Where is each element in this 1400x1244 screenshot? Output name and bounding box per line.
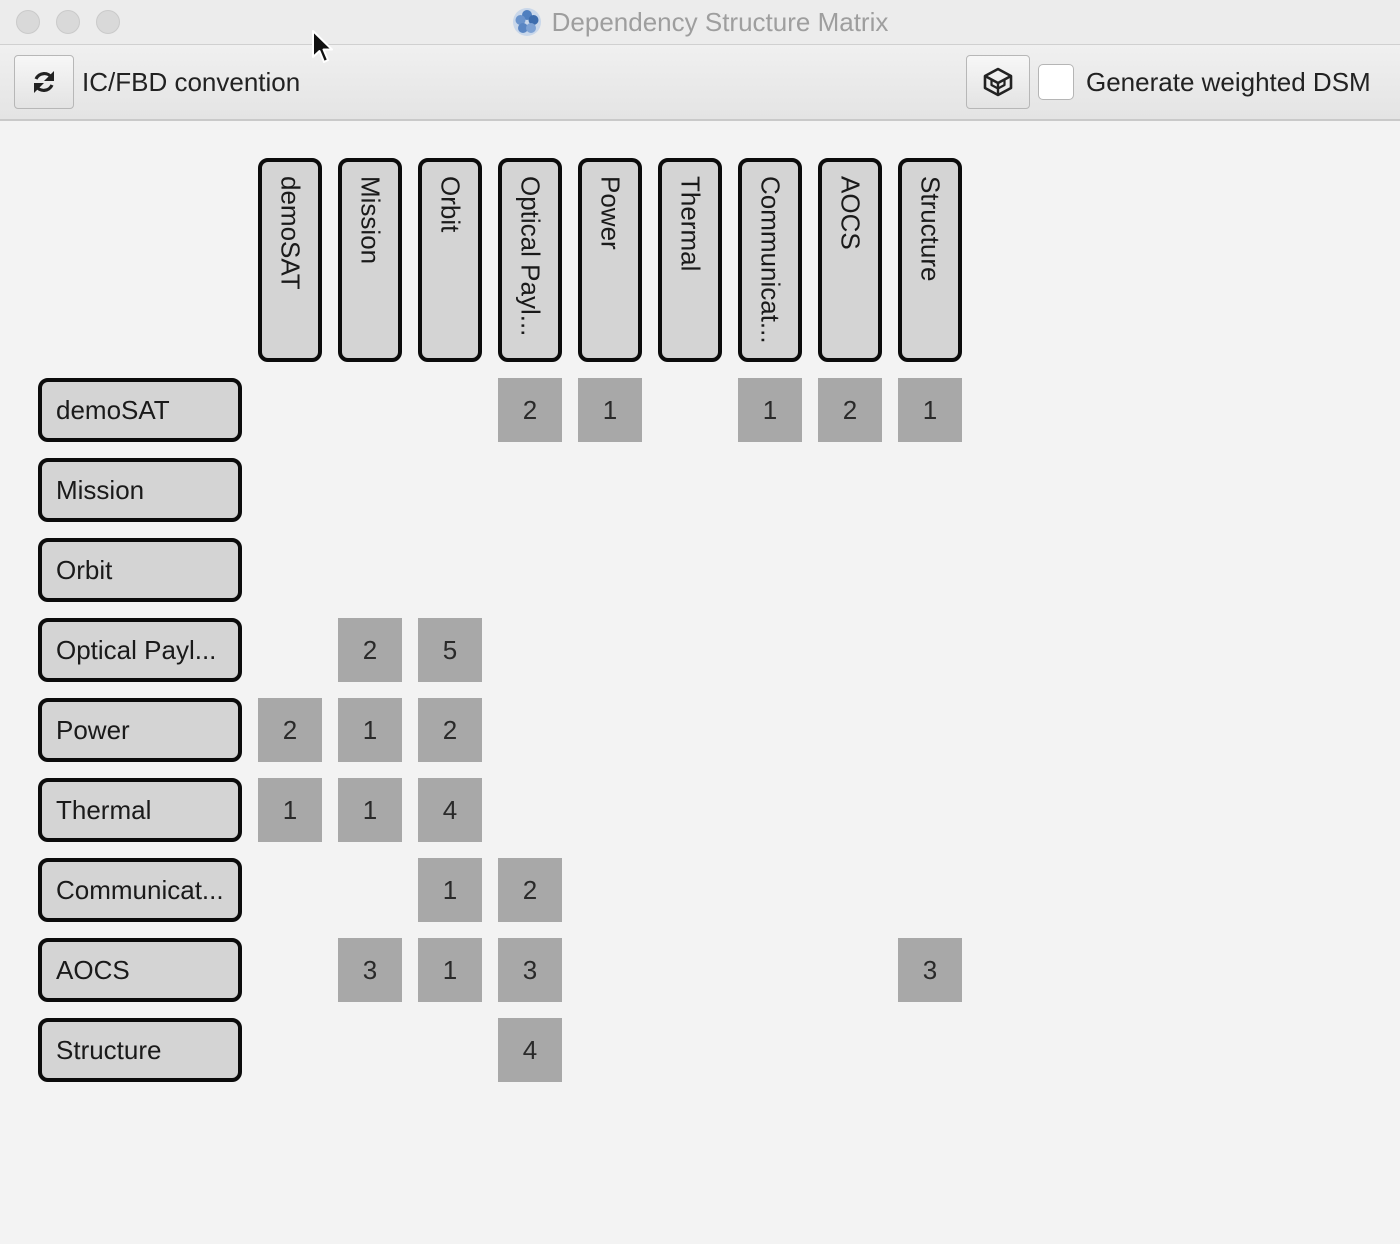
window-title: Dependency Structure Matrix xyxy=(551,6,889,37)
column-header-label: Mission xyxy=(355,176,386,265)
column-header-label: Thermal xyxy=(675,176,706,272)
row-header[interactable]: Optical Payl... xyxy=(38,618,242,682)
toolbar: IC/FBD convention Generate weighted DSM xyxy=(0,45,1400,121)
row-header[interactable]: AOCS xyxy=(38,938,242,1002)
matrix-cell[interactable]: 1 xyxy=(898,378,962,442)
matrix-cell[interactable]: 1 xyxy=(338,698,402,762)
row-header[interactable]: Mission xyxy=(38,458,242,522)
row-header[interactable]: demoSAT xyxy=(38,378,242,442)
matrix-cell[interactable]: 4 xyxy=(418,778,482,842)
matrix-cell[interactable]: 3 xyxy=(898,938,962,1002)
refresh-button[interactable] xyxy=(14,55,74,109)
matrix-cell[interactable]: 3 xyxy=(498,938,562,1002)
refresh-icon xyxy=(34,71,54,93)
cube-icon xyxy=(983,67,1013,97)
convention-label: IC/FBD convention xyxy=(82,67,301,97)
column-header-label: Optical Payl... xyxy=(515,176,546,337)
column-header[interactable]: Mission xyxy=(338,158,402,362)
app-icon xyxy=(512,8,541,36)
column-header-label: AOCS xyxy=(835,176,866,250)
export-button[interactable] xyxy=(966,55,1030,109)
column-header-label: Structure xyxy=(915,176,946,282)
matrix-cell[interactable]: 2 xyxy=(418,698,482,762)
matrix-cell[interactable]: 1 xyxy=(338,778,402,842)
matrix-cell[interactable]: 2 xyxy=(818,378,882,442)
column-header[interactable]: Optical Payl... xyxy=(498,158,562,362)
column-header[interactable]: Structure xyxy=(898,158,962,362)
matrix-cell[interactable]: 1 xyxy=(418,938,482,1002)
row-header[interactable]: Communicat... xyxy=(38,858,242,922)
row-header[interactable]: Structure xyxy=(38,1018,242,1082)
row-header[interactable]: Power xyxy=(38,698,242,762)
matrix-cell[interactable]: 1 xyxy=(258,778,322,842)
column-header-label: Orbit xyxy=(435,176,466,233)
row-header[interactable]: Orbit xyxy=(38,538,242,602)
title-bar: Dependency Structure Matrix xyxy=(0,0,1400,45)
matrix-cell[interactable]: 3 xyxy=(338,938,402,1002)
matrix-cell[interactable]: 2 xyxy=(338,618,402,682)
column-header-label: Power xyxy=(595,176,626,250)
matrix-cell[interactable]: 1 xyxy=(738,378,802,442)
weighted-dsm-checkbox[interactable] xyxy=(1038,64,1074,100)
column-header-label: demoSAT xyxy=(275,176,306,290)
matrix-cell[interactable]: 2 xyxy=(498,858,562,922)
matrix-cell[interactable]: 2 xyxy=(258,698,322,762)
matrix-cell[interactable]: 1 xyxy=(418,858,482,922)
column-header-label: Communicat... xyxy=(755,176,786,344)
column-header[interactable]: Communicat... xyxy=(738,158,802,362)
weighted-dsm-label: Generate weighted DSM xyxy=(1086,67,1371,97)
column-header[interactable]: Orbit xyxy=(418,158,482,362)
column-header[interactable]: Thermal xyxy=(658,158,722,362)
mouse-cursor-icon xyxy=(312,30,333,63)
column-header[interactable]: AOCS xyxy=(818,158,882,362)
column-header[interactable]: demoSAT xyxy=(258,158,322,362)
matrix-cell[interactable]: 4 xyxy=(498,1018,562,1082)
row-header[interactable]: Thermal xyxy=(38,778,242,842)
column-header[interactable]: Power xyxy=(578,158,642,362)
matrix-cell[interactable]: 5 xyxy=(418,618,482,682)
matrix-cell[interactable]: 2 xyxy=(498,378,562,442)
matrix-cell[interactable]: 1 xyxy=(578,378,642,442)
